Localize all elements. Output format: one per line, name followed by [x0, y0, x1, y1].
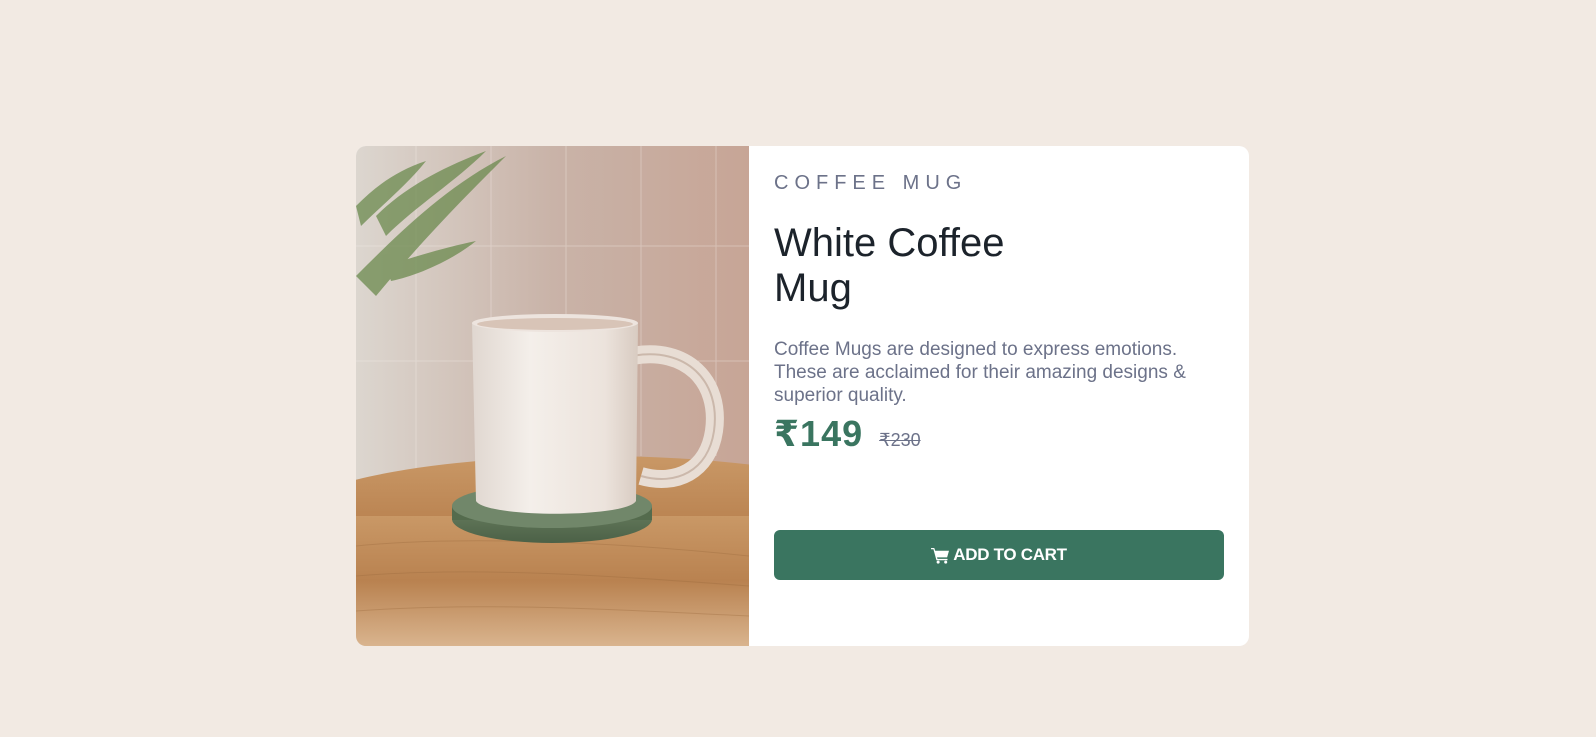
product-description: Coffee Mugs are designed to express emot… — [774, 339, 1186, 406]
current-price: ₹149 — [774, 413, 864, 454]
product-info: COFFEE MUG White Coffee Mug Coffee Mugs … — [749, 146, 1249, 646]
original-price: ₹230 — [879, 430, 921, 450]
product-category: COFFEE MUG — [774, 172, 968, 194]
add-to-cart-button[interactable]: ADD TO CART — [774, 530, 1224, 580]
price-row: ₹149 ₹230 — [774, 413, 1224, 455]
coffee-mug-photo — [356, 146, 749, 646]
add-to-cart-label: ADD TO CART — [953, 545, 1067, 564]
product-title: White Coffee Mug — [774, 221, 1005, 310]
cart-icon — [931, 547, 950, 564]
product-card: COFFEE MUG White Coffee Mug Coffee Mugs … — [356, 146, 1249, 646]
product-image — [356, 146, 749, 646]
